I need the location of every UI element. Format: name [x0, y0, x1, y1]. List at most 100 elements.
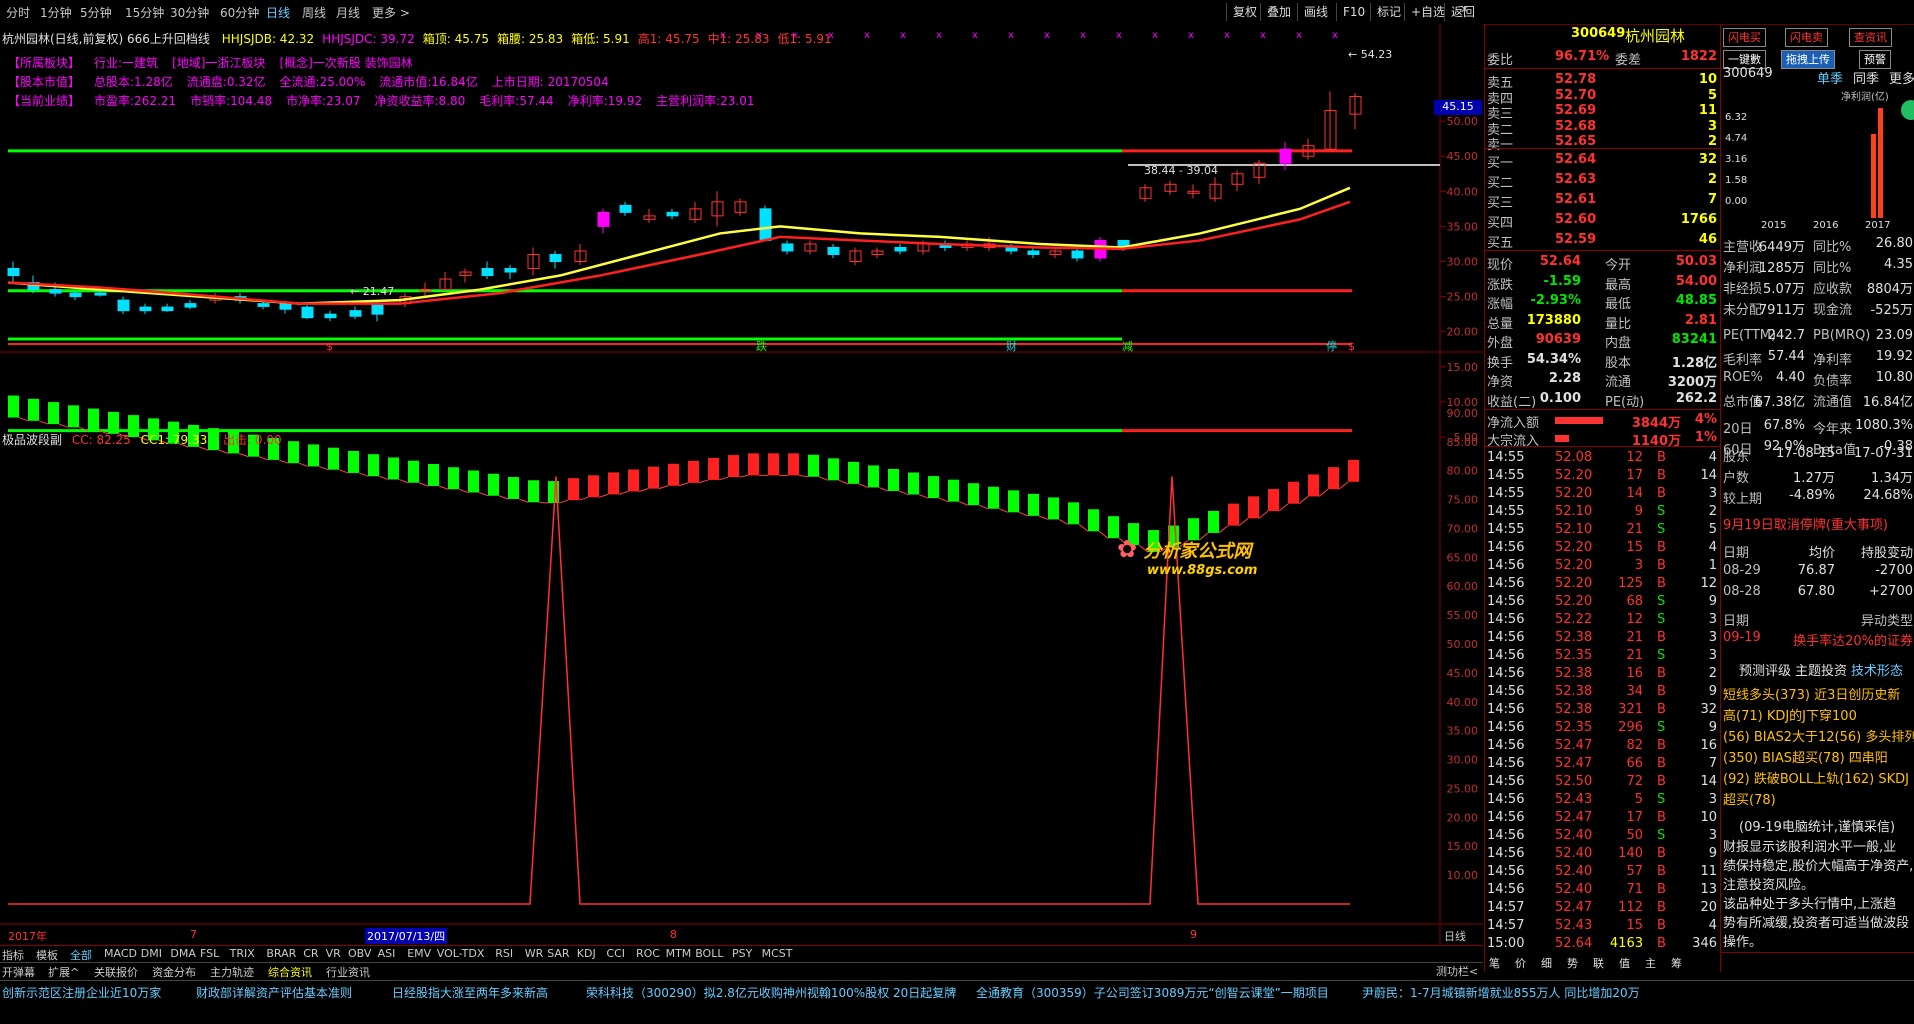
indicator-tab-1[interactable]: 模板	[36, 947, 58, 963]
timeframe-6[interactable]: 日线	[266, 4, 290, 21]
profit-bar-1	[1871, 134, 1876, 218]
indicator-tab-23[interactable]: PSY	[732, 947, 752, 960]
tick-time-0: 14:55	[1487, 450, 1525, 465]
tick-count-11: 3	[1708, 648, 1717, 663]
indicator-tab-21[interactable]: MTM	[666, 947, 692, 960]
timeframe-0[interactable]: 分时	[6, 4, 30, 21]
stat-label-3: 总量	[1487, 316, 1514, 332]
f10-tab-0[interactable]: 单季	[1817, 68, 1843, 87]
indicator-tab-4[interactable]: DMI	[141, 947, 162, 960]
quote-tab-0[interactable]: 笔	[1489, 955, 1500, 971]
indicator-tab-20[interactable]: ROC	[636, 947, 660, 960]
news-item-3[interactable]: 荣科科技（300290）拟2.8亿元收购神州视翰100%股权 20日起复牌	[586, 984, 956, 1001]
quote-tab-2[interactable]: 细	[1541, 955, 1552, 971]
main-chart[interactable]: 50.00 45.00 40.00 35.00 30.00 25.00 20.00 15.00…	[0, 24, 1483, 1024]
indicator-tab-13[interactable]: EMV	[407, 947, 431, 960]
tool-3[interactable]: F10	[1336, 3, 1371, 21]
tick-price-8: 52.20	[1555, 594, 1593, 609]
right-button-0[interactable]: 闪电买	[1723, 28, 1766, 47]
indicator-tab-7[interactable]: TRIX	[230, 947, 255, 960]
diag-tab-1[interactable]: 主题投资	[1795, 660, 1847, 679]
extra-tab-2[interactable]: 关联报价	[94, 964, 138, 980]
indicator-tab-19[interactable]: CCI	[606, 947, 625, 960]
candle-body-8	[184, 303, 197, 308]
indicator-tab-6[interactable]: FSL	[200, 947, 219, 960]
quote-tab-3[interactable]: 势	[1567, 955, 1578, 971]
timeframe-3[interactable]: 15分钟	[125, 4, 164, 21]
indicator-tab-16[interactable]: WR	[525, 947, 544, 960]
wave-bar-21	[428, 463, 439, 486]
indicator-tab-9[interactable]: CR	[303, 947, 318, 960]
timeframe-2[interactable]: 5分钟	[80, 4, 112, 21]
holder-label-1: 户数	[1723, 471, 1750, 486]
extra-tab-5[interactable]: 综合资讯	[268, 964, 312, 980]
tool-2[interactable]: 画线	[1297, 3, 1334, 21]
indicator-tab-24[interactable]: MCST	[762, 947, 793, 960]
quote-tab-6[interactable]: 主	[1645, 955, 1656, 971]
f10-tab-2[interactable]: 更多..	[1889, 68, 1914, 87]
indicator-tab-11[interactable]: OBV	[348, 947, 371, 960]
fin-row-2: 非经损 5.07万 应收款 8804万	[1721, 276, 1914, 297]
indicator-tab-8[interactable]: BRAR	[266, 947, 296, 960]
quote-tab-1[interactable]: 价	[1515, 955, 1526, 971]
extra-tab-1[interactable]: 扩展^	[48, 964, 79, 980]
timeframe-9[interactable]: 更多 >	[372, 4, 410, 21]
tick-row-16: 14:56 52.47 82 B 16	[1485, 736, 1721, 756]
indicator-tab-2[interactable]: 全部	[70, 947, 92, 963]
extra-tab-6[interactable]: 行业资讯	[326, 964, 370, 980]
stat-label-2: 涨幅	[1487, 297, 1514, 312]
quote-tab-5[interactable]: 值	[1619, 955, 1630, 971]
diag-tab-2[interactable]: 技术形态	[1851, 660, 1903, 679]
indicator-5: 高1: 45.75	[637, 32, 700, 46]
tick-count-6: 1	[1708, 558, 1717, 573]
fin-row-1: 净利润 1285万 同比% 4.35	[1721, 255, 1914, 276]
close-icon[interactable]: ✕	[1460, 3, 1480, 21]
measure-button[interactable]: 测功栏<	[1436, 963, 1478, 979]
indicator-tab-3[interactable]: MACD	[104, 947, 137, 960]
news-item-0[interactable]: 创新示范区注册企业近10万家	[2, 984, 161, 1001]
indicator-tab-18[interactable]: KDJ	[577, 947, 596, 960]
extra-tab-0[interactable]: 开弹幕	[2, 964, 35, 980]
candle-body-3	[69, 292, 82, 298]
tick-row-6: 14:56 52.20 3 B 1	[1485, 556, 1721, 576]
news-item-4[interactable]: 全通教育（300359）子公司签订3089万元“创智云课堂”一期项目	[976, 984, 1329, 1001]
indicator-tab-14[interactable]: VOL-TDX	[437, 947, 485, 960]
notice-row[interactable]: 9月19日取消停牌(重大事项)	[1721, 512, 1914, 533]
indicator-tab-22[interactable]: BOLL	[695, 947, 723, 960]
tool-1[interactable]: 叠加	[1260, 3, 1297, 21]
info-row1-1: 行业:一建筑	[94, 56, 159, 70]
diag-tab-0[interactable]: 预测评级	[1739, 660, 1791, 679]
indicator-tab-10[interactable]: VR	[326, 947, 341, 960]
indicator-tab-0[interactable]: 指标	[2, 947, 24, 963]
extra-tab-4[interactable]: 主力轨迹	[210, 964, 254, 980]
indicator-tab-17[interactable]: SAR	[547, 947, 569, 960]
fin-label2-4: PB(MRQ)	[1813, 328, 1871, 343]
f10-tab-1[interactable]: 同季	[1853, 68, 1879, 87]
quote-tab-4[interactable]: 联	[1593, 955, 1604, 971]
indicator-tab-12[interactable]: ASI	[378, 947, 396, 960]
news-item-2[interactable]: 日经股指大涨至两年多来新高	[392, 984, 548, 1001]
tick-price-3: 52.10	[1555, 504, 1593, 519]
tool-0[interactable]: 复权	[1226, 3, 1263, 21]
timeframe-1[interactable]: 1分钟	[40, 4, 72, 21]
sub-tick-6: 60.00	[1447, 580, 1479, 593]
stat-row-5: 换手 54.34% 股本 1.28亿	[1485, 350, 1721, 371]
right-button-2[interactable]: 查资讯	[1849, 28, 1892, 47]
indicator-tab-15[interactable]: RSI	[495, 947, 513, 960]
timeframe-8[interactable]: 月线	[336, 4, 360, 21]
stock-code: 300649	[1571, 26, 1626, 41]
timeframe-5[interactable]: 60分钟	[220, 4, 259, 21]
diag-text-3: (350) BIAS超买(78) 四串阳	[1723, 751, 1888, 766]
news-item-1[interactable]: 财政部详解资产评估基本准则	[196, 984, 352, 1001]
tick-dir-20: B	[1657, 810, 1666, 825]
tool-4[interactable]: 标记	[1370, 3, 1407, 21]
notice-text[interactable]: 9月19日取消停牌(重大事项)	[1723, 514, 1888, 533]
quote-tab-7[interactable]: 筹	[1671, 955, 1682, 971]
indicator-tab-5[interactable]: DMA	[170, 947, 196, 960]
timeframe-7[interactable]: 周线	[302, 4, 326, 21]
timeframe-4[interactable]: 30分钟	[170, 4, 209, 21]
stat-value-0: 52.64	[1539, 254, 1581, 269]
extra-tab-3[interactable]: 资金分布	[152, 964, 196, 980]
right-button-1[interactable]: 闪电卖	[1785, 28, 1828, 47]
news-item-5[interactable]: 尹蔚民：1-7月城镇新增就业855万人 同比增加20万	[1362, 984, 1640, 1001]
